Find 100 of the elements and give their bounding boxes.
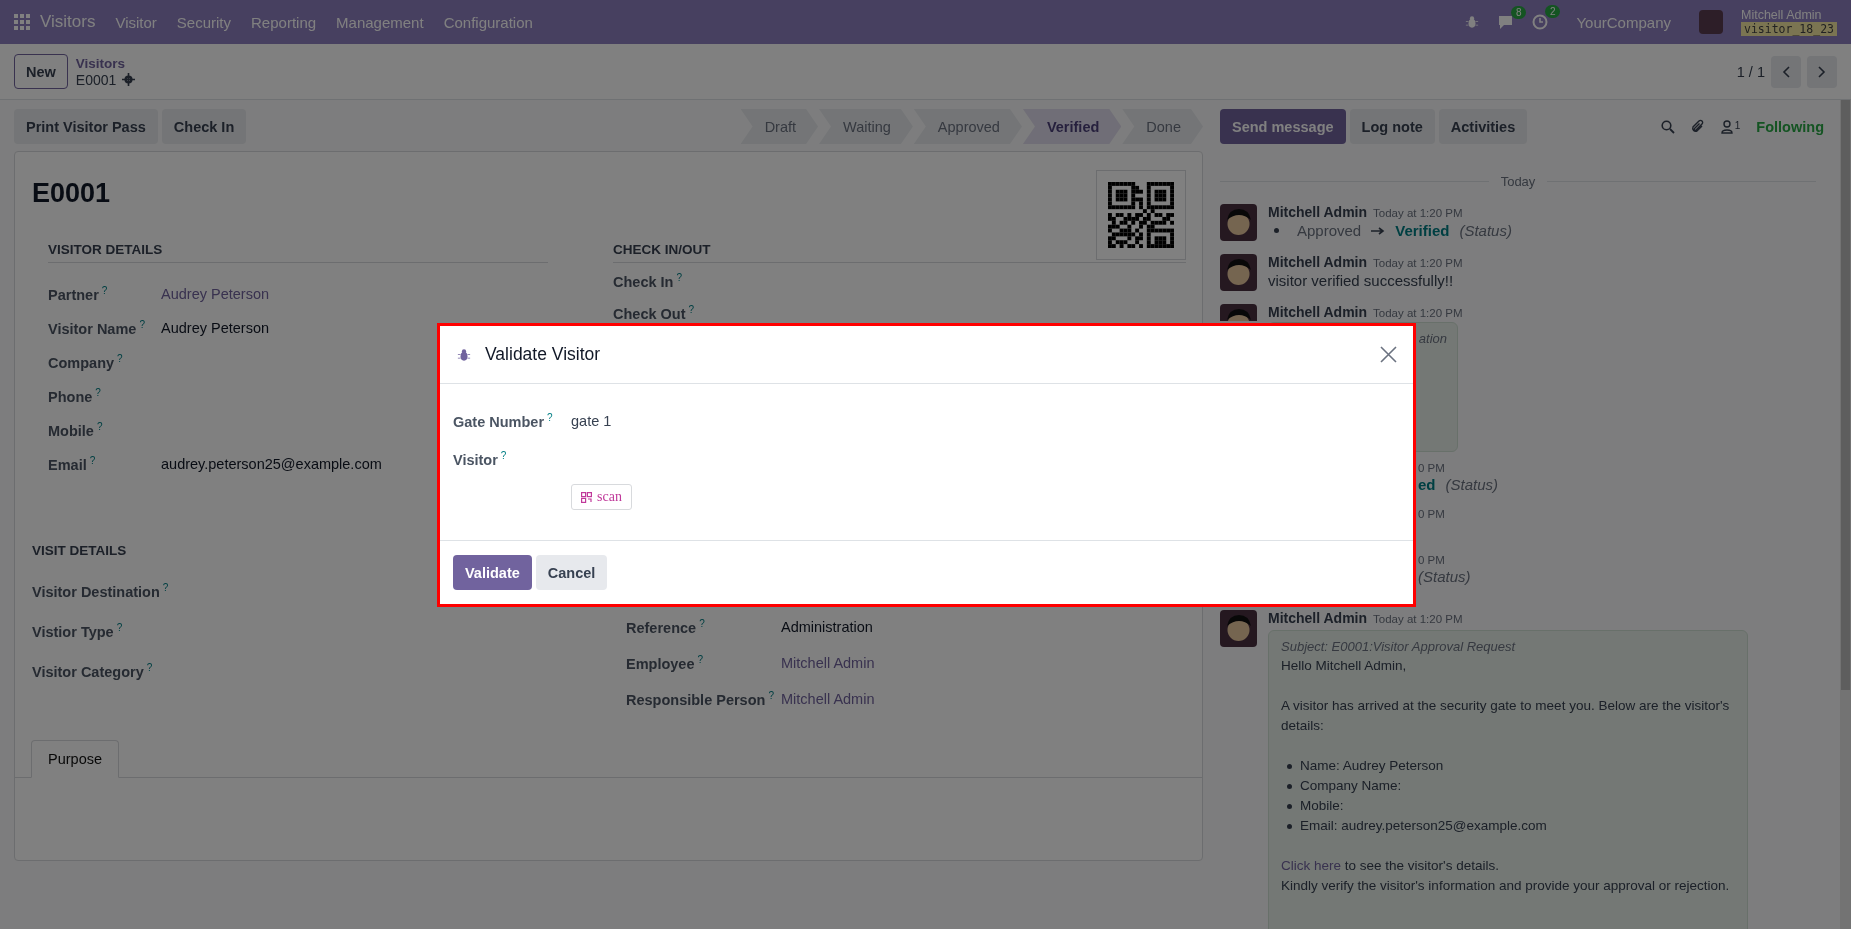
message-time: Today at 1:20 PM <box>1373 207 1463 219</box>
status-step[interactable]: Draft <box>740 109 819 144</box>
dialog-title: Validate Visitor <box>485 344 601 365</box>
qr-icon <box>581 491 592 503</box>
search-icon[interactable] <box>1660 119 1675 134</box>
chatter-button[interactable]: Log note <box>1349 109 1435 144</box>
field-label: Gate Number <box>453 413 545 430</box>
dialog-button[interactable]: Cancel <box>535 555 608 590</box>
activity-count: 2 <box>1544 5 1561 18</box>
help-tooltip-mark[interactable]: ? <box>676 272 682 284</box>
status-step[interactable]: Verified <box>1022 109 1122 144</box>
field-link[interactable]: Mitchell Admin <box>781 655 875 671</box>
tracked-field: (Status) <box>1445 476 1499 493</box>
paperclip-icon[interactable] <box>1690 119 1705 134</box>
menu-item[interactable]: Visitor <box>105 13 167 31</box>
new-button[interactable]: New <box>14 54 68 89</box>
email-paragraph: Click here to see the visitor's details. <box>1281 857 1500 875</box>
bullet-icon <box>1287 763 1292 769</box>
old-value: Approved <box>1297 222 1362 239</box>
message-time: Today at 1:20 PM <box>1373 257 1463 269</box>
message-time: 0 PM <box>1418 508 1445 520</box>
field-label: Vistior Type <box>32 623 114 640</box>
bug-icon <box>1465 15 1480 29</box>
app-name[interactable]: Visitors <box>30 12 106 32</box>
help-tooltip-mark[interactable]: ? <box>697 654 704 666</box>
list-item: Name: Audrey Peterson <box>1300 757 1444 775</box>
status-step[interactable]: Done <box>1122 109 1203 144</box>
field-link[interactable]: Audrey Peterson <box>161 286 269 302</box>
chat-icon[interactable] <box>1497 14 1515 30</box>
field-label: Email <box>48 456 87 473</box>
settings-icon[interactable] <box>122 73 136 86</box>
notebook-tab[interactable]: Purpose <box>31 740 119 778</box>
close-button[interactable] <box>1380 346 1397 363</box>
qr-code <box>1108 182 1174 248</box>
clock-icon[interactable] <box>1532 14 1549 30</box>
avatar-icon <box>1220 254 1257 291</box>
message-author: Mitchell Admin <box>1268 204 1368 220</box>
action-button[interactable]: Check In <box>161 109 247 144</box>
message-author: Mitchell Admin <box>1268 304 1368 320</box>
next-button[interactable] <box>1807 55 1837 88</box>
menu-item[interactable]: Security <box>166 13 242 31</box>
following-status[interactable]: Following <box>1756 118 1824 135</box>
email-paragraph: Kindly verify the visitor's information and provide your approval or rejection. <box>1281 877 1731 895</box>
email-greeting: Hello Mitchell Admin, <box>1281 657 1408 675</box>
status-step[interactable]: Approved <box>913 109 1022 144</box>
help-tooltip-mark[interactable]: ? <box>95 387 101 399</box>
help-tooltip-mark[interactable]: ? <box>117 353 123 365</box>
avatar-icon <box>1220 610 1257 647</box>
tracked-field: (Status) <box>1418 568 1471 585</box>
user-icon[interactable] <box>1720 119 1733 134</box>
action-button[interactable]: Print Visitor Pass <box>14 109 158 144</box>
help-tooltip-mark[interactable]: ? <box>688 304 695 316</box>
message-author: Mitchell Admin <box>1268 254 1368 270</box>
help-tooltip-mark[interactable]: ? <box>146 662 153 674</box>
pager-value[interactable]: 1 / 1 <box>1736 63 1765 80</box>
record-name: E0001 <box>75 71 117 88</box>
follower-count: 1 <box>1734 119 1741 131</box>
chatter-button[interactable]: Activities <box>1438 109 1528 144</box>
help-tooltip-mark[interactable]: ? <box>768 690 774 702</box>
help-tooltip-mark[interactable]: ? <box>89 455 96 467</box>
previous-button[interactable] <box>1771 55 1801 88</box>
field-link[interactable]: Mitchell Admin <box>781 691 875 707</box>
help-tooltip-mark[interactable]: ? <box>500 450 507 462</box>
message-time: Today at 1:20 PM <box>1373 613 1463 625</box>
field-label: Company <box>48 354 115 371</box>
user-name[interactable]: Mitchell Admin <box>1741 8 1837 22</box>
new-value: Verified <box>1395 222 1450 239</box>
help-tooltip-mark[interactable]: ? <box>547 412 553 424</box>
help-tooltip-mark[interactable]: ? <box>96 421 103 433</box>
help-tooltip-mark[interactable]: ? <box>139 319 145 331</box>
scan-button[interactable]: scan <box>571 484 632 510</box>
field-label: Visitor <box>453 451 498 468</box>
menu-item[interactable]: Configuration <box>433 13 543 31</box>
scrollbar-thumb[interactable] <box>1841 100 1850 690</box>
help-tooltip-mark[interactable]: ? <box>162 582 169 594</box>
bullet-icon <box>1287 823 1292 829</box>
arrow-right-icon <box>1371 226 1386 235</box>
breadcrumb-link[interactable]: Visitors <box>75 55 136 72</box>
details-link[interactable]: Click here <box>1281 858 1342 873</box>
chevron-left-icon <box>1782 65 1790 78</box>
help-tooltip-mark[interactable]: ? <box>101 285 108 297</box>
field-label: Responsible Person <box>626 691 766 708</box>
avatar-icon <box>1220 304 1257 321</box>
menu-item[interactable]: Management <box>326 13 434 31</box>
company-name[interactable]: YourCompany <box>1566 13 1681 31</box>
chatter-button[interactable]: Send message <box>1220 109 1346 144</box>
avatar-icon <box>1220 204 1257 241</box>
help-tooltip-mark[interactable]: ? <box>116 622 123 634</box>
menu-item[interactable]: Reporting <box>241 13 327 31</box>
field-label: Employee <box>626 655 695 672</box>
chevron-right-icon <box>1818 65 1826 78</box>
dialog-button[interactable]: Validate <box>453 555 532 590</box>
list-item: Company Name: <box>1300 777 1402 795</box>
section-heading: CHECK IN/OUT <box>613 242 1186 263</box>
help-tooltip-mark[interactable]: ? <box>699 618 705 630</box>
field-label: Phone <box>48 388 93 405</box>
apps-grid-icon[interactable] <box>14 14 30 30</box>
new-value: ed <box>1418 476 1436 493</box>
bullet-icon <box>1287 783 1292 789</box>
status-step[interactable]: Waiting <box>819 109 913 144</box>
